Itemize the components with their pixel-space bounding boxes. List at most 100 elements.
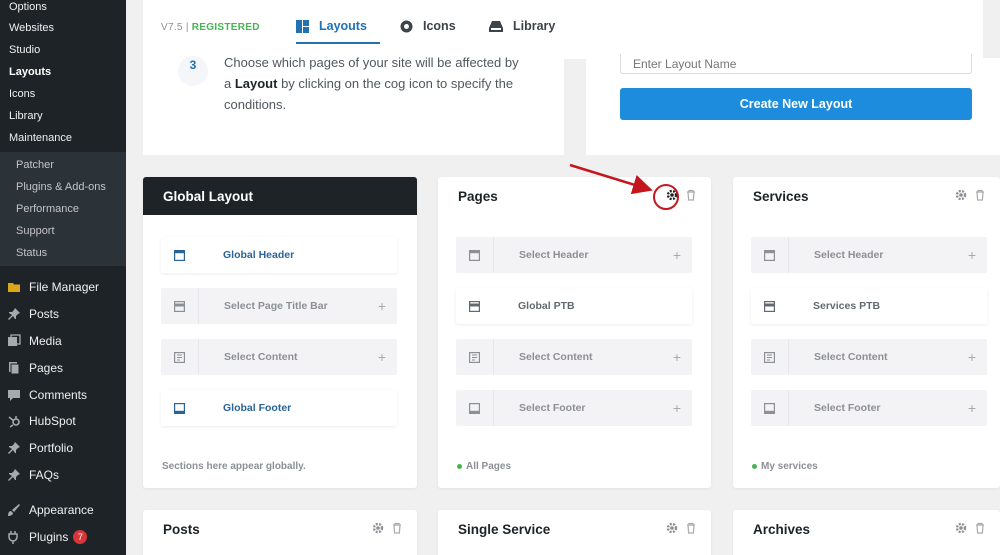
card-title: Services [733,177,1000,215]
gear-icon[interactable] [955,522,967,534]
sidebar-item-maintenance[interactable]: Maintenance [0,127,126,149]
add-icon[interactable]: + [957,247,987,263]
ptb-section-icon [161,300,198,312]
step-number: 3 [178,56,208,86]
ptb-section-icon [456,300,493,312]
menu-item-posts[interactable]: Posts [0,301,126,328]
layout-row-page-title-bar[interactable]: Services PTB [751,288,987,324]
add-icon[interactable]: + [957,400,987,416]
card-conditions[interactable]: All Pages [457,461,511,472]
sidebar-item-options[interactable]: Options [0,0,126,17]
card-conditions[interactable]: My services [752,461,818,472]
layout-row-content[interactable]: Select Content + [751,339,987,375]
sidebar-item-support[interactable]: Support [0,220,126,242]
header-section-icon [456,249,493,261]
footer-section-icon [456,402,493,414]
menu-item-plugins[interactable]: Plugins 7 [0,523,126,550]
add-icon[interactable]: + [367,298,397,314]
layout-card-archives: Archives [733,510,1000,555]
menu-item-faqs[interactable]: FAQs [0,462,126,489]
trash-icon[interactable] [391,522,403,534]
sidebar-item-studio[interactable]: Studio [0,39,126,61]
annotation-circle [653,184,679,210]
create-layout-card: Create New Layout [586,54,1000,155]
add-icon[interactable]: + [662,349,692,365]
pin-icon [7,441,21,455]
tab-icons[interactable]: Icons [400,19,456,33]
gear-icon[interactable] [372,522,384,534]
layouts-icon [296,19,309,33]
layout-row-page-title-bar[interactable]: Select Page Title Bar + [161,288,397,324]
layout-row-header[interactable]: Select Header + [456,237,692,273]
content-section-icon [751,351,788,363]
version-label: V7.5 | REGISTERED [161,22,260,33]
add-icon[interactable]: + [662,247,692,263]
menu-item-file-manager[interactable]: File Manager [0,274,126,301]
brush-icon [7,503,21,517]
sidebar-item-websites[interactable]: Websites [0,17,126,39]
gear-icon[interactable] [955,189,967,201]
layout-name-input[interactable] [620,54,972,74]
create-new-layout-button[interactable]: Create New Layout [620,88,972,120]
header-section-icon [161,249,198,261]
menu-item-media[interactable]: Media [0,328,126,355]
pages-icon [7,361,21,375]
sidebar-item-status[interactable]: Status [0,242,126,264]
layout-row-content[interactable]: Select Content + [456,339,692,375]
step-description: Choose which pages of your site will be … [224,55,519,112]
menu-item-portfolio[interactable]: Portfolio [0,435,126,462]
layout-row-footer[interactable]: Select Footer + [456,390,692,426]
menu-item-pages[interactable]: Pages [0,354,126,381]
layout-card-services: Services Select Header + Services PTB Se… [733,177,1000,488]
sidebar-item-plugins-addons[interactable]: Plugins & Add-ons [0,176,126,198]
avada-submenu: Options Websites Studio Layouts Icons Li… [0,0,126,152]
tab-layouts[interactable]: Layouts [296,19,367,33]
sidebar-item-layouts[interactable]: Layouts [0,61,126,83]
layout-card-posts: Posts [143,510,417,555]
maintenance-submenu: Patcher Plugins & Add-ons Performance Su… [0,152,126,266]
add-icon[interactable]: + [662,400,692,416]
sidebar-item-performance[interactable]: Performance [0,198,126,220]
sidebar-item-patcher[interactable]: Patcher [0,154,126,176]
header-section-icon [751,249,788,261]
gear-icon[interactable] [666,522,678,534]
trash-icon[interactable] [685,522,697,534]
sidebar-item-library[interactable]: Library [0,105,126,127]
menu-item-appearance[interactable]: Appearance [0,496,126,523]
admin-sidebar: Options Websites Studio Layouts Icons Li… [0,0,126,555]
comment-icon [7,388,21,402]
plug-icon [7,530,21,544]
layout-tabs-bar: V7.5 | REGISTERED Layouts Icons Library [143,0,983,60]
hubspot-icon [7,414,21,428]
layout-row-page-title-bar[interactable]: Global PTB [456,288,692,324]
layout-card-single-service: Single Service [438,510,711,555]
footer-section-icon [161,402,198,414]
card-title: Archives [733,510,1000,548]
trash-icon[interactable] [974,189,986,201]
card-title: Posts [143,510,417,548]
pin-icon [7,468,21,482]
library-icon [489,20,503,32]
add-icon[interactable]: + [367,349,397,365]
content-section-icon [161,351,198,363]
pin-icon [7,307,21,321]
layout-row-header[interactable]: Select Header + [751,237,987,273]
card-title: Single Service [438,510,711,548]
card-title: Global Layout [143,177,417,215]
plugins-update-badge: 7 [73,529,88,544]
sidebar-item-icons[interactable]: Icons [0,83,126,105]
layout-row-content[interactable]: Select Content + [161,339,397,375]
layout-card-global: Global Layout Global Header Select Page … [143,177,417,488]
trash-icon[interactable] [974,522,986,534]
add-icon[interactable]: + [957,349,987,365]
layout-row-header[interactable]: Global Header [161,237,397,273]
footer-section-icon [751,402,788,414]
folder-icon [7,280,21,294]
menu-item-comments[interactable]: Comments [0,381,126,408]
media-icon [7,334,21,348]
icons-icon [400,20,413,32]
layout-row-footer[interactable]: Global Footer [161,390,397,426]
menu-item-hubspot[interactable]: HubSpot [0,408,126,435]
layout-row-footer[interactable]: Select Footer + [751,390,987,426]
tab-library[interactable]: Library [489,19,555,33]
